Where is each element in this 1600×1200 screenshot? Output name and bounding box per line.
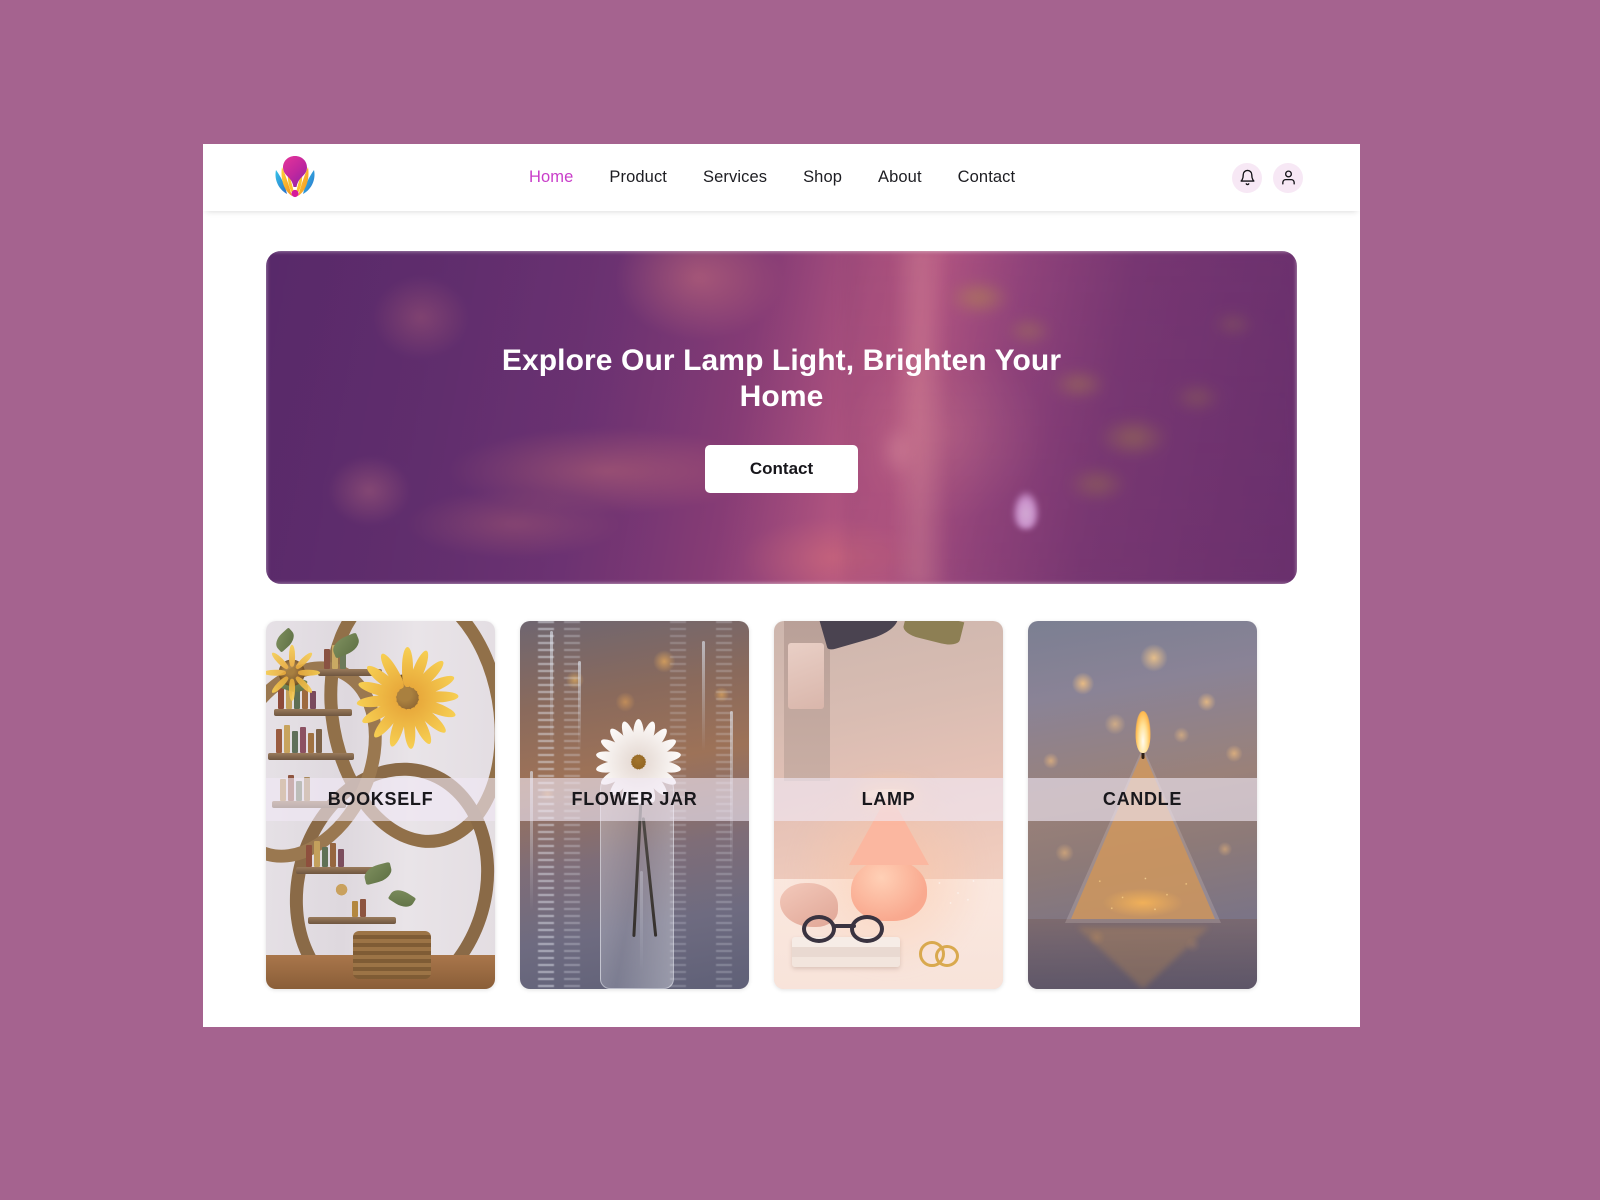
nav-link-services[interactable]: Services bbox=[703, 168, 767, 187]
candle-card-label: CANDLE bbox=[1102, 789, 1183, 809]
product-card-candle[interactable]: CANDLE bbox=[1028, 621, 1257, 989]
product-card-lamp[interactable]: LAMP bbox=[774, 621, 1003, 989]
lotus-lamp-logo-icon bbox=[275, 156, 315, 198]
hero-contact-button[interactable]: Contact bbox=[705, 444, 858, 493]
hero-banner: Explore Our Lamp Light, Brighten Your Ho… bbox=[266, 251, 1297, 584]
glasses-decoration bbox=[802, 915, 888, 945]
bell-icon bbox=[1239, 169, 1255, 186]
browser-page-surface: Home Product Services Shop About Contact bbox=[203, 144, 1360, 1027]
lamp-card-label-band: LAMP bbox=[774, 778, 1003, 821]
product-card-grid: BOOKSELF FLOWER JAR LAMP CANDLE bbox=[266, 621, 1297, 989]
bookself-card-label: BOOKSELF bbox=[327, 789, 434, 809]
user-icon bbox=[1281, 170, 1295, 185]
product-card-bookself[interactable]: BOOKSELF bbox=[266, 621, 495, 989]
hero-title: Explore Our Lamp Light, Brighten Your Ho… bbox=[501, 343, 1062, 413]
navbar: Home Product Services Shop About Contact bbox=[203, 144, 1360, 211]
notifications-button[interactable] bbox=[1232, 162, 1262, 193]
nav-link-product[interactable]: Product bbox=[609, 168, 667, 187]
rings-decoration bbox=[919, 939, 965, 969]
bookself-card-label-band: BOOKSELF bbox=[266, 778, 495, 821]
brand-logo[interactable] bbox=[266, 150, 324, 206]
nav-links: Home Product Services Shop About Contact bbox=[529, 144, 1015, 211]
nav-link-shop[interactable]: Shop bbox=[803, 168, 842, 187]
lamp-card-label: LAMP bbox=[861, 789, 916, 809]
nav-link-contact[interactable]: Contact bbox=[958, 168, 1016, 187]
flower-jar-card-label-band: FLOWER JAR bbox=[520, 778, 749, 821]
nav-actions bbox=[1232, 144, 1303, 211]
account-button[interactable] bbox=[1273, 162, 1303, 193]
flower-jar-card-label: FLOWER JAR bbox=[571, 789, 698, 809]
nav-link-home[interactable]: Home bbox=[529, 168, 573, 187]
nav-link-about[interactable]: About bbox=[878, 168, 922, 187]
product-card-flower-jar[interactable]: FLOWER JAR bbox=[520, 621, 749, 989]
hero-content: Explore Our Lamp Light, Brighten Your Ho… bbox=[266, 251, 1297, 584]
candle-card-label-band: CANDLE bbox=[1028, 778, 1257, 821]
sunflower-decoration bbox=[354, 645, 460, 751]
